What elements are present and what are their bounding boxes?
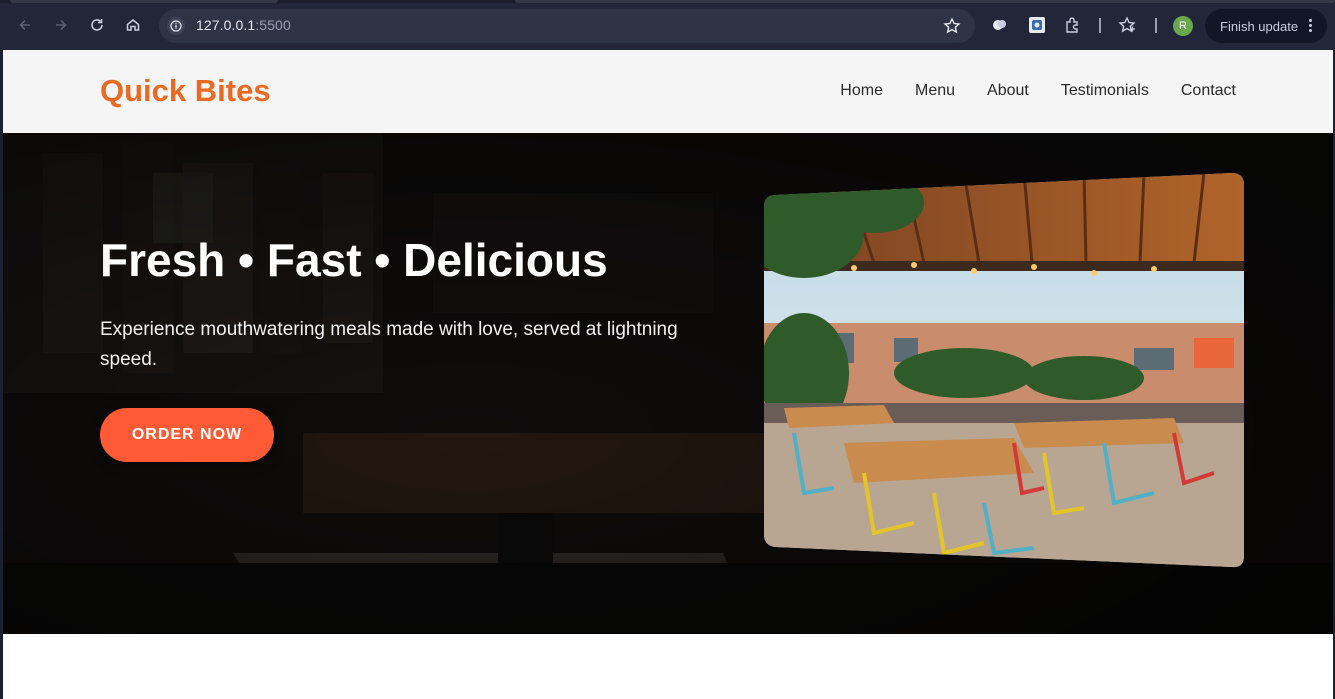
home-icon[interactable] [122, 14, 144, 36]
nav-link-contact[interactable]: Contact [1181, 82, 1236, 100]
extension-puzzle-cloud-icon[interactable] [991, 16, 1009, 34]
site-info-icon[interactable] [167, 17, 185, 35]
url-port: :5500 [255, 17, 291, 33]
main-nav: Home Menu About Testimonials Contact [840, 82, 1236, 100]
site-logo[interactable]: Quick Bites [100, 73, 271, 109]
extension-app-icon[interactable] [1028, 16, 1046, 34]
finish-update-label: Finish update [1220, 18, 1299, 34]
hero-subtitle: Experience mouthwatering meals made with… [100, 319, 678, 370]
address-bar[interactable]: 127.0.0.1:5500 [159, 9, 975, 43]
nav-link-about[interactable]: About [987, 82, 1029, 100]
forward-icon[interactable] [50, 14, 72, 36]
browser-toolbar: 127.0.0.1:5500 R Finish update [0, 0, 1335, 50]
web-page: Quick Bites Home Menu About Testimonials… [3, 50, 1333, 699]
toolbar-separator [1155, 18, 1157, 33]
nav-link-home[interactable]: Home [840, 82, 883, 100]
menu-dots-icon[interactable] [1309, 19, 1313, 33]
browser-tab[interactable] [10, 0, 278, 3]
nav-link-testimonials[interactable]: Testimonials [1061, 82, 1149, 100]
back-icon[interactable] [14, 14, 36, 36]
restaurant-photo [764, 173, 1244, 568]
order-now-button[interactable]: ORDER NOW [100, 408, 274, 462]
profile-avatar[interactable]: R [1173, 16, 1193, 36]
reload-icon[interactable] [86, 14, 108, 36]
next-section [3, 634, 1333, 699]
browser-tab-active[interactable] [515, 0, 1335, 3]
url-host: 127.0.0.1 [196, 17, 256, 33]
extensions-icon[interactable] [1064, 16, 1082, 34]
bookmark-star-icon[interactable] [943, 17, 961, 35]
finish-update-button[interactable]: Finish update [1205, 9, 1327, 43]
bookmarks-icon[interactable] [1118, 16, 1136, 34]
hero-section: Fresh • Fast • Delicious Experience mout… [3, 133, 1333, 634]
toolbar-separator [1099, 18, 1101, 33]
url-text[interactable]: 127.0.0.1:5500 [196, 17, 291, 33]
hero-title: Fresh • Fast • Delicious [100, 234, 608, 286]
nav-link-menu[interactable]: Menu [915, 82, 955, 100]
site-header: Quick Bites Home Menu About Testimonials… [3, 50, 1333, 133]
